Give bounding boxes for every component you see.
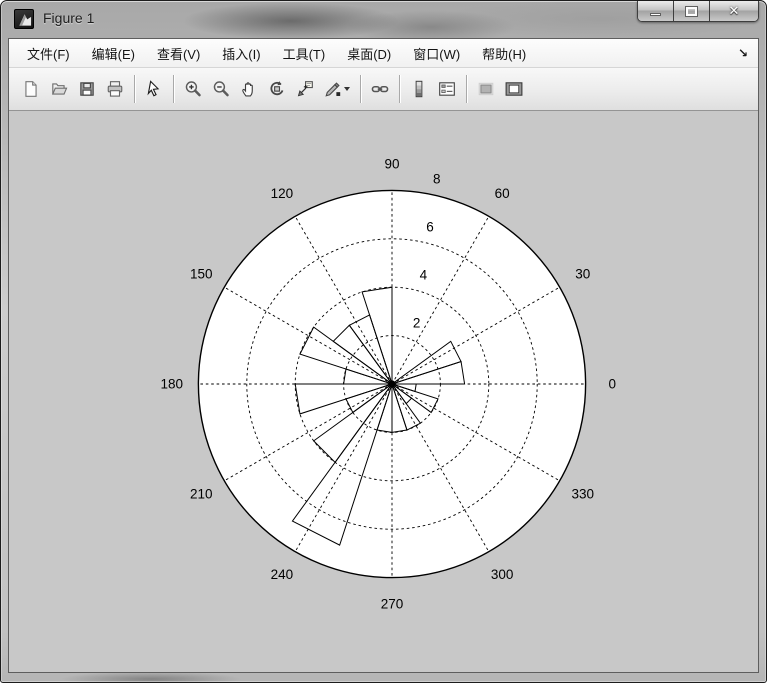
svg-text:300: 300 <box>491 567 514 582</box>
toolbar <box>9 68 758 111</box>
svg-text:60: 60 <box>495 186 510 201</box>
edit-plot-button[interactable] <box>140 74 168 104</box>
minimize-button[interactable] <box>638 1 674 21</box>
printer-icon <box>106 80 124 98</box>
rotate-3d-icon <box>268 80 286 98</box>
title-bar[interactable]: Figure 1 ✕ <box>1 1 766 38</box>
link-chain-icon <box>371 80 389 98</box>
link-plot-button[interactable] <box>366 74 394 104</box>
client-area: 文件(F) 编辑(E) 查看(V) 插入(I) 工具(T) 桌面(D) 窗口(W… <box>8 38 759 673</box>
svg-text:8: 8 <box>433 172 441 187</box>
polar-rose-chart: 0 30 60 90 120 150 180 210 240 270 300 330 2 4 6 8 <box>9 111 758 672</box>
toolbar-separator <box>173 75 174 103</box>
svg-text:6: 6 <box>426 220 434 235</box>
svg-text:30: 30 <box>575 266 590 281</box>
svg-text:330: 330 <box>571 487 594 502</box>
maximize-button[interactable] <box>674 1 710 21</box>
pointer-arrow-icon <box>145 80 163 98</box>
menu-tools[interactable]: 工具(T) <box>272 40 337 67</box>
zoom-out-button[interactable] <box>207 74 235 104</box>
insert-legend-button[interactable] <box>433 74 461 104</box>
hide-plot-tools-button[interactable] <box>472 74 500 104</box>
svg-text:150: 150 <box>190 266 213 281</box>
zoom-in-icon <box>184 80 202 98</box>
zoom-out-icon <box>212 80 230 98</box>
toolbar-separator <box>360 75 361 103</box>
brush-data-button[interactable] <box>319 74 355 104</box>
legend-icon <box>438 80 456 98</box>
svg-text:270: 270 <box>381 597 404 612</box>
window-title: Figure 1 <box>43 10 94 26</box>
colorbar-icon <box>410 80 428 98</box>
toolbar-separator <box>466 75 467 103</box>
open-file-button[interactable] <box>45 74 73 104</box>
show-plot-tools-button[interactable] <box>500 74 528 104</box>
show-plot-tools-icon <box>505 80 523 98</box>
menu-help[interactable]: 帮助(H) <box>471 40 537 67</box>
svg-text:240: 240 <box>271 567 294 582</box>
svg-text:180: 180 <box>161 377 184 392</box>
data-cursor-button[interactable] <box>291 74 319 104</box>
zoom-in-button[interactable] <box>179 74 207 104</box>
close-icon: ✕ <box>729 3 740 19</box>
menu-view[interactable]: 查看(V) <box>146 40 211 67</box>
rotate-3d-button[interactable] <box>263 74 291 104</box>
save-floppy-icon <box>78 80 96 98</box>
figure-canvas: 0 30 60 90 120 150 180 210 240 270 300 330 2 4 6 8 <box>9 111 758 672</box>
menu-window[interactable]: 窗口(W) <box>402 40 471 67</box>
figure-window: Figure 1 ✕ 文件(F) 编辑(E) 查看(V) 插入(I) 工具(T)… <box>0 0 767 683</box>
data-cursor-icon <box>296 80 314 98</box>
caption-button-group: ✕ <box>637 1 759 22</box>
menu-desktop[interactable]: 桌面(D) <box>336 40 402 67</box>
svg-text:4: 4 <box>420 267 428 282</box>
minimize-icon <box>650 13 661 16</box>
svg-text:90: 90 <box>384 156 399 171</box>
menu-insert[interactable]: 插入(I) <box>211 40 271 67</box>
matlab-logo-icon <box>14 9 34 29</box>
svg-text:120: 120 <box>271 186 294 201</box>
toolbar-separator <box>134 75 135 103</box>
new-figure-button[interactable] <box>17 74 45 104</box>
insert-colorbar-button[interactable] <box>405 74 433 104</box>
print-figure-button[interactable] <box>101 74 129 104</box>
brush-icon <box>324 80 342 98</box>
pan-hand-icon <box>240 80 258 98</box>
new-document-icon <box>22 80 40 98</box>
maximize-icon <box>686 7 697 16</box>
menu-bar: 文件(F) 编辑(E) 查看(V) 插入(I) 工具(T) 桌面(D) 窗口(W… <box>9 39 758 68</box>
menu-file[interactable]: 文件(F) <box>16 40 81 67</box>
svg-text:210: 210 <box>190 487 213 502</box>
hide-plot-tools-icon <box>477 80 495 98</box>
menu-edit[interactable]: 编辑(E) <box>81 40 146 67</box>
save-figure-button[interactable] <box>73 74 101 104</box>
dock-figure-arrow-icon[interactable]: ↘ <box>738 46 748 60</box>
brush-dropdown-arrow-icon[interactable] <box>344 87 350 91</box>
svg-text:2: 2 <box>413 315 421 330</box>
pan-button[interactable] <box>235 74 263 104</box>
svg-text:0: 0 <box>608 377 616 392</box>
close-button[interactable]: ✕ <box>710 1 758 21</box>
open-folder-icon <box>50 80 68 98</box>
toolbar-separator <box>399 75 400 103</box>
